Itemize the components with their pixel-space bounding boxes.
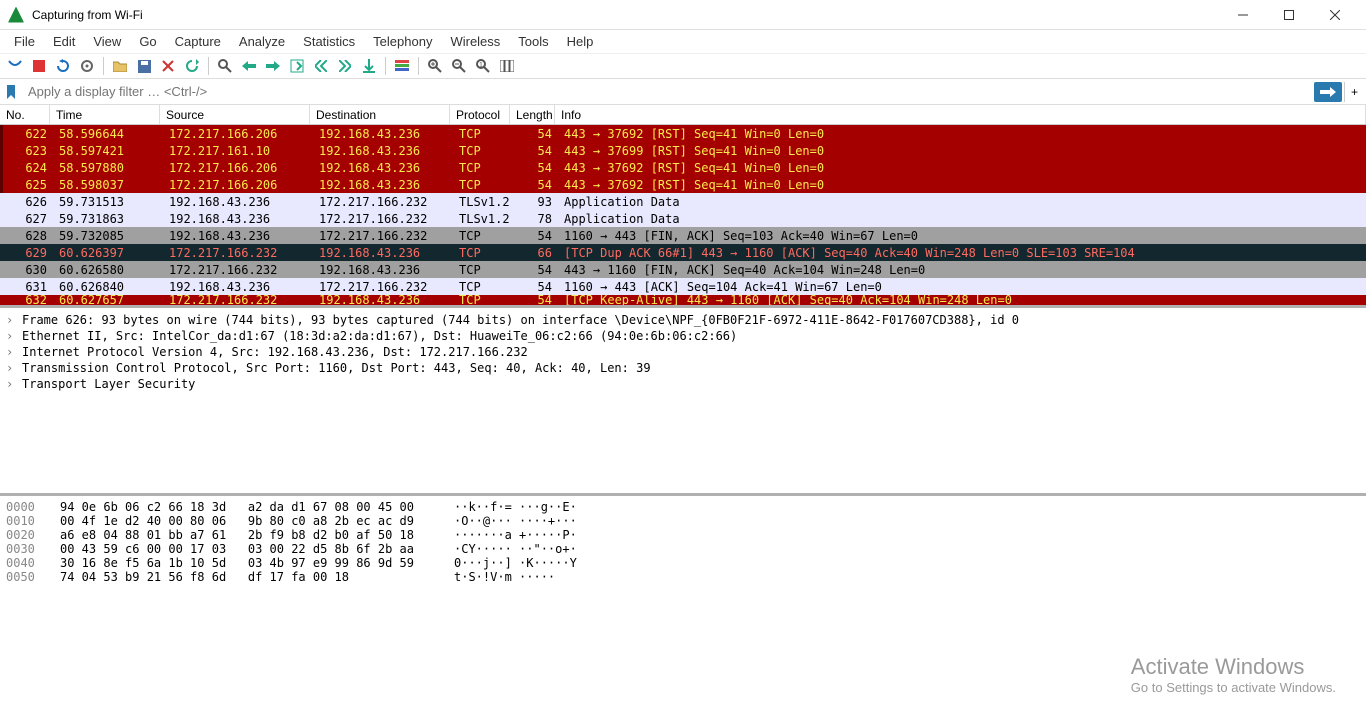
table-row[interactable]: 62558.598037172.217.166.206192.168.43.23… [0, 176, 1366, 193]
table-row[interactable]: 62759.731863192.168.43.236172.217.166.23… [0, 210, 1366, 227]
save-file-icon[interactable] [133, 55, 155, 77]
packet-bytes-pane[interactable]: 000094 0e 6b 06 c2 66 18 3d a2 da d1 67 … [0, 493, 1366, 707]
menu-file[interactable]: File [6, 32, 43, 51]
menu-capture[interactable]: Capture [167, 32, 229, 51]
display-filter-input[interactable] [24, 81, 1314, 102]
menu-telephony[interactable]: Telephony [365, 32, 440, 51]
hex-row[interactable]: 003000 43 59 c6 00 00 17 03 03 00 22 d5 … [6, 542, 1360, 556]
add-filter-button[interactable]: + [1344, 82, 1364, 102]
details-line[interactable]: ›Transport Layer Security [6, 376, 1360, 392]
col-header-source[interactable]: Source [160, 105, 310, 124]
titlebar: Capturing from Wi-Fi [0, 0, 1366, 30]
packet-details-pane[interactable]: ›Frame 626: 93 bytes on wire (744 bits),… [0, 305, 1366, 493]
table-row[interactable]: 62458.597880172.217.166.206192.168.43.23… [0, 159, 1366, 176]
start-capture-icon[interactable] [4, 55, 26, 77]
hex-row[interactable]: 0020a6 e8 04 88 01 bb a7 61 2b f9 b8 d2 … [6, 528, 1360, 542]
hex-row[interactable]: 004030 16 8e f5 6a 1b 10 5d 03 4b 97 e9 … [6, 556, 1360, 570]
window-title: Capturing from Wi-Fi [32, 8, 143, 22]
maximize-button[interactable] [1266, 0, 1312, 30]
zoom-out-icon[interactable] [448, 55, 470, 77]
watermark-subtitle: Go to Settings to activate Windows. [1131, 680, 1336, 695]
details-line[interactable]: ›Transmission Control Protocol, Src Port… [6, 360, 1360, 376]
table-row[interactable]: 63160.626840192.168.43.236172.217.166.23… [0, 278, 1366, 295]
toolbar-sep [418, 57, 419, 75]
packet-rows[interactable]: 62258.596644172.217.166.206192.168.43.23… [0, 125, 1366, 305]
windows-activation-watermark: Activate Windows Go to Settings to activ… [1131, 654, 1336, 695]
hex-row[interactable]: 001000 4f 1e d2 40 00 80 06 9b 80 c0 a8 … [6, 514, 1360, 528]
toolbar-sep [103, 57, 104, 75]
menu-wireless[interactable]: Wireless [442, 32, 508, 51]
go-last-icon[interactable] [334, 55, 356, 77]
col-header-length[interactable]: Length [510, 105, 555, 124]
svg-text:1: 1 [479, 62, 483, 69]
minimize-button[interactable] [1220, 0, 1266, 30]
main-toolbar: 1 [0, 53, 1366, 79]
table-row[interactable]: 62659.731513192.168.43.236172.217.166.23… [0, 193, 1366, 210]
menu-go[interactable]: Go [131, 32, 164, 51]
toolbar-sep [208, 57, 209, 75]
details-line[interactable]: ›Ethernet II, Src: IntelCor_da:d1:67 (18… [6, 328, 1360, 344]
packet-list-header[interactable]: No. Time Source Destination Protocol Len… [0, 105, 1366, 125]
wireshark-icon [8, 7, 24, 23]
zoom-reset-icon[interactable]: 1 [472, 55, 494, 77]
menu-statistics[interactable]: Statistics [295, 32, 363, 51]
menu-help[interactable]: Help [559, 32, 602, 51]
menu-edit[interactable]: Edit [45, 32, 83, 51]
colorize-icon[interactable] [391, 55, 413, 77]
chevron-right-icon: › [6, 377, 16, 391]
auto-scroll-icon[interactable] [358, 55, 380, 77]
go-forward-icon[interactable] [262, 55, 284, 77]
restart-capture-icon[interactable] [52, 55, 74, 77]
chevron-right-icon: › [6, 361, 16, 375]
capture-options-icon[interactable] [76, 55, 98, 77]
table-row[interactable]: 63260.627657172.217.166.232192.168.43.23… [0, 295, 1366, 305]
watermark-title: Activate Windows [1131, 654, 1336, 680]
table-row[interactable]: 62859.732085192.168.43.236172.217.166.23… [0, 227, 1366, 244]
hex-row[interactable]: 000094 0e 6b 06 c2 66 18 3d a2 da d1 67 … [6, 500, 1360, 514]
find-icon[interactable] [214, 55, 236, 77]
table-row[interactable]: 63060.626580172.217.166.232192.168.43.23… [0, 261, 1366, 278]
col-header-time[interactable]: Time [50, 105, 160, 124]
toolbar-sep [385, 57, 386, 75]
go-to-packet-icon[interactable] [286, 55, 308, 77]
menu-view[interactable]: View [85, 32, 129, 51]
zoom-in-icon[interactable] [424, 55, 446, 77]
reload-icon[interactable] [181, 55, 203, 77]
details-line[interactable]: ›Internet Protocol Version 4, Src: 192.1… [6, 344, 1360, 360]
go-first-icon[interactable] [310, 55, 332, 77]
resize-columns-icon[interactable] [496, 55, 518, 77]
chevron-right-icon: › [6, 313, 16, 327]
stop-capture-icon[interactable] [28, 55, 50, 77]
col-header-no[interactable]: No. [0, 105, 50, 124]
col-header-proto[interactable]: Protocol [450, 105, 510, 124]
close-file-icon[interactable] [157, 55, 179, 77]
chevron-right-icon: › [6, 329, 16, 343]
menu-analyze[interactable]: Analyze [231, 32, 293, 51]
open-file-icon[interactable] [109, 55, 131, 77]
bookmark-filter-icon[interactable] [2, 83, 20, 101]
go-back-icon[interactable] [238, 55, 260, 77]
table-row[interactable]: 62258.596644172.217.166.206192.168.43.23… [0, 125, 1366, 142]
packet-list-pane: No. Time Source Destination Protocol Len… [0, 105, 1366, 305]
table-row[interactable]: 62358.597421172.217.161.10192.168.43.236… [0, 142, 1366, 159]
hex-row[interactable]: 005074 04 53 b9 21 56 f8 6d df 17 fa 00 … [6, 570, 1360, 584]
apply-filter-button[interactable] [1314, 82, 1342, 102]
display-filter-bar: + [0, 79, 1366, 105]
chevron-right-icon: › [6, 345, 16, 359]
close-button[interactable] [1312, 0, 1358, 30]
table-row[interactable]: 62960.626397172.217.166.232192.168.43.23… [0, 244, 1366, 261]
col-header-info[interactable]: Info [555, 105, 1366, 124]
col-header-dest[interactable]: Destination [310, 105, 450, 124]
details-line[interactable]: ›Frame 626: 93 bytes on wire (744 bits),… [6, 312, 1360, 328]
menubar: File Edit View Go Capture Analyze Statis… [0, 30, 1366, 53]
menu-tools[interactable]: Tools [510, 32, 556, 51]
